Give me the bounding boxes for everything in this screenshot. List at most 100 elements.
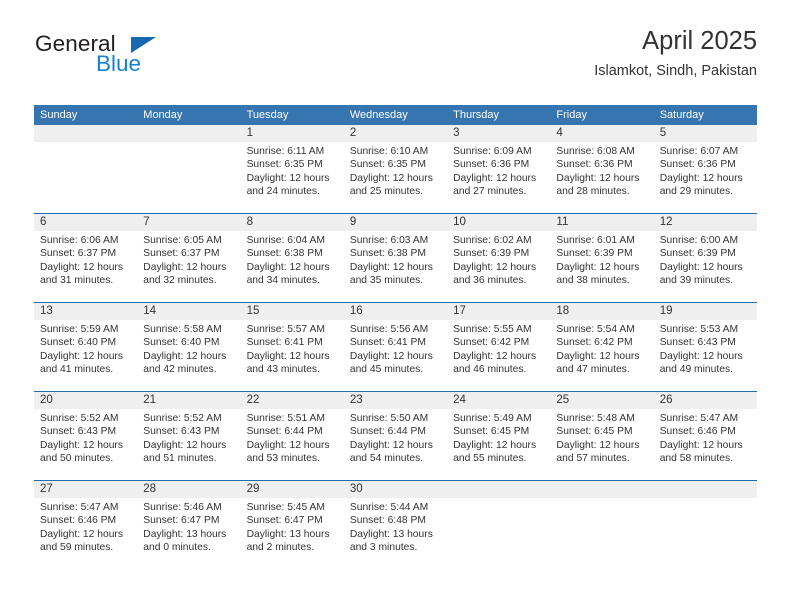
calendar-day-cell[interactable]: 15 Sunrise: 5:57 AM Sunset: 6:41 PM Dayligh… bbox=[240, 302, 344, 392]
sunrise-text: Sunrise: 6:07 AM bbox=[659, 146, 739, 157]
day-number: 19 bbox=[653, 303, 757, 320]
daylight-text: Daylight: 12 hours and 27 minutes. bbox=[453, 172, 537, 197]
daylight-text: Daylight: 12 hours and 36 minutes. bbox=[453, 261, 537, 286]
calendar-day-cell[interactable]: 29 Sunrise: 5:45 AM Sunset: 6:47 PM Dayligh… bbox=[240, 480, 344, 569]
general-blue-logo[interactable]: General Blue bbox=[34, 32, 294, 88]
calendar-day-cell-empty bbox=[447, 480, 551, 569]
daylight-text: Daylight: 12 hours and 46 minutes. bbox=[453, 350, 537, 375]
calendar-day-cell[interactable]: 3 Sunrise: 6:09 AM Sunset: 6:36 PM Daylight… bbox=[447, 125, 551, 214]
day-sun-info: Sunrise: 5:50 AM Sunset: 6:44 PM Daylight:… bbox=[344, 409, 447, 465]
calendar-day-cell[interactable]: 12 Sunrise: 6:00 AM Sunset: 6:39 PM Dayligh… bbox=[653, 213, 757, 303]
day-number: 26 bbox=[653, 392, 757, 409]
day-number: 10 bbox=[447, 214, 551, 231]
day-sun-info: Sunrise: 6:04 AM Sunset: 6:38 PM Daylight:… bbox=[241, 231, 344, 287]
calendar-day-cell[interactable]: 16 Sunrise: 5:56 AM Sunset: 6:41 PM Dayligh… bbox=[343, 302, 448, 392]
day-number bbox=[137, 125, 241, 142]
day-number: 6 bbox=[34, 214, 138, 231]
calendar-day-cell[interactable]: 6 Sunrise: 6:06 AM Sunset: 6:37 PM Daylight… bbox=[34, 213, 138, 303]
daylight-text: Daylight: 12 hours and 41 minutes. bbox=[40, 350, 123, 375]
day-number: 17 bbox=[447, 303, 551, 320]
weekday-header-wednesday: Wednesday bbox=[343, 105, 448, 125]
daylight-text: Daylight: 12 hours and 28 minutes. bbox=[556, 172, 640, 197]
sunset-text: Sunset: 6:37 PM bbox=[143, 248, 220, 260]
day-cell-content: 22 Sunrise: 5:51 AM Sunset: 6:44 PM Dayligh… bbox=[240, 392, 344, 480]
calendar-day-cell[interactable]: 5 Sunrise: 6:07 AM Sunset: 6:36 PM Daylight… bbox=[653, 125, 757, 214]
daylight-text: Daylight: 12 hours and 57 minutes. bbox=[556, 439, 640, 464]
day-sun-info: Sunrise: 6:09 AM Sunset: 6:36 PM Daylight:… bbox=[447, 142, 550, 198]
day-cell-content: 18 Sunrise: 5:54 AM Sunset: 6:42 PM Dayligh… bbox=[550, 303, 654, 391]
sunset-text: Sunset: 6:39 PM bbox=[556, 248, 633, 260]
day-sun-info: Sunrise: 6:11 AM Sunset: 6:35 PM Daylight:… bbox=[241, 142, 344, 198]
day-number: 24 bbox=[447, 392, 551, 409]
calendar-day-cell[interactable]: 10 Sunrise: 6:02 AM Sunset: 6:39 PM Dayligh… bbox=[447, 213, 551, 303]
day-cell-content: 8 Sunrise: 6:04 AM Sunset: 6:38 PM Daylight… bbox=[240, 214, 344, 302]
sunrise-text: Sunrise: 6:11 AM bbox=[246, 146, 325, 157]
calendar-day-cell[interactable]: 11 Sunrise: 6:01 AM Sunset: 6:39 PM Dayligh… bbox=[550, 213, 654, 303]
day-cell-content: 16 Sunrise: 5:56 AM Sunset: 6:41 PM Dayligh… bbox=[343, 303, 448, 391]
day-sun-info: Sunrise: 5:47 AM Sunset: 6:46 PM Daylight:… bbox=[654, 409, 757, 465]
calendar-day-cell[interactable]: 20 Sunrise: 5:52 AM Sunset: 6:43 PM Dayligh… bbox=[34, 391, 138, 481]
calendar-day-cell[interactable]: 9 Sunrise: 6:03 AM Sunset: 6:38 PM Daylight… bbox=[343, 213, 448, 303]
sunset-text: Sunset: 6:42 PM bbox=[453, 337, 530, 349]
calendar-day-cell[interactable]: 26 Sunrise: 5:47 AM Sunset: 6:46 PM Dayligh… bbox=[653, 391, 757, 481]
sunrise-text: Sunrise: 6:00 AM bbox=[659, 235, 739, 246]
daylight-text: Daylight: 12 hours and 47 minutes. bbox=[556, 350, 640, 375]
calendar-week-row: 13 Sunrise: 5:59 AM Sunset: 6:40 PM Dayligh… bbox=[34, 302, 757, 392]
calendar-day-cell[interactable]: 14 Sunrise: 5:58 AM Sunset: 6:40 PM Dayligh… bbox=[137, 302, 241, 392]
calendar-day-cell[interactable]: 1 Sunrise: 6:11 AM Sunset: 6:35 PM Daylight… bbox=[240, 125, 344, 214]
calendar-day-cell[interactable]: 13 Sunrise: 5:59 AM Sunset: 6:40 PM Dayligh… bbox=[34, 302, 138, 392]
calendar-day-cell[interactable]: 30 Sunrise: 5:44 AM Sunset: 6:48 PM Dayligh… bbox=[343, 480, 448, 569]
daylight-text: Daylight: 12 hours and 58 minutes. bbox=[659, 439, 743, 464]
calendar-day-cell[interactable]: 24 Sunrise: 5:49 AM Sunset: 6:45 PM Dayligh… bbox=[447, 391, 551, 481]
calendar-day-cell[interactable]: 17 Sunrise: 5:55 AM Sunset: 6:42 PM Dayligh… bbox=[447, 302, 551, 392]
sunrise-text: Sunrise: 5:48 AM bbox=[556, 413, 635, 424]
daylight-text: Daylight: 12 hours and 59 minutes. bbox=[40, 528, 123, 553]
day-sun-info: Sunrise: 5:44 AM Sunset: 6:48 PM Daylight:… bbox=[344, 498, 447, 554]
day-cell-content: 2 Sunrise: 6:10 AM Sunset: 6:35 PM Daylight… bbox=[343, 125, 448, 213]
day-cell-content: 29 Sunrise: 5:45 AM Sunset: 6:47 PM Dayligh… bbox=[240, 481, 344, 569]
day-number: 7 bbox=[137, 214, 241, 231]
calendar-day-cell[interactable]: 8 Sunrise: 6:04 AM Sunset: 6:38 PM Daylight… bbox=[240, 213, 344, 303]
day-number: 11 bbox=[550, 214, 654, 231]
calendar-day-cell[interactable]: 19 Sunrise: 5:53 AM Sunset: 6:43 PM Dayligh… bbox=[653, 302, 757, 392]
calendar-day-cell[interactable]: 27 Sunrise: 5:47 AM Sunset: 6:46 PM Dayligh… bbox=[34, 480, 138, 569]
calendar-day-cell[interactable]: 4 Sunrise: 6:08 AM Sunset: 6:36 PM Daylight… bbox=[550, 125, 654, 214]
calendar-week-row: 6 Sunrise: 6:06 AM Sunset: 6:37 PM Daylight… bbox=[34, 213, 757, 303]
calendar-day-cell[interactable]: 7 Sunrise: 6:05 AM Sunset: 6:37 PM Daylight… bbox=[137, 213, 241, 303]
day-cell-content bbox=[653, 481, 757, 569]
day-sun-info: Sunrise: 6:10 AM Sunset: 6:35 PM Daylight:… bbox=[344, 142, 447, 198]
day-sun-info: Sunrise: 5:45 AM Sunset: 6:47 PM Daylight:… bbox=[241, 498, 344, 554]
sunrise-text: Sunrise: 5:54 AM bbox=[556, 324, 635, 335]
calendar-day-cell[interactable]: 21 Sunrise: 5:52 AM Sunset: 6:43 PM Dayligh… bbox=[137, 391, 241, 481]
day-sun-info: Sunrise: 5:49 AM Sunset: 6:45 PM Daylight:… bbox=[447, 409, 550, 465]
day-cell-content: 12 Sunrise: 6:00 AM Sunset: 6:39 PM Dayligh… bbox=[653, 214, 757, 302]
calendar-day-cell[interactable]: 23 Sunrise: 5:50 AM Sunset: 6:44 PM Dayligh… bbox=[343, 391, 448, 481]
sunrise-text: Sunrise: 5:52 AM bbox=[143, 413, 222, 424]
day-cell-content: 1 Sunrise: 6:11 AM Sunset: 6:35 PM Daylight… bbox=[240, 125, 344, 213]
calendar-day-cell-empty bbox=[137, 125, 241, 214]
day-sun-info: Sunrise: 5:52 AM Sunset: 6:43 PM Daylight:… bbox=[137, 409, 240, 465]
calendar-body: 1 Sunrise: 6:11 AM Sunset: 6:35 PM Daylight… bbox=[34, 125, 757, 569]
calendar-day-cell[interactable]: 25 Sunrise: 5:48 AM Sunset: 6:45 PM Dayligh… bbox=[550, 391, 654, 481]
logo-text-blue: Blue bbox=[96, 51, 142, 76]
sunset-text: Sunset: 6:43 PM bbox=[40, 426, 117, 438]
day-cell-content: 10 Sunrise: 6:02 AM Sunset: 6:39 PM Dayligh… bbox=[447, 214, 551, 302]
calendar-day-cell[interactable]: 18 Sunrise: 5:54 AM Sunset: 6:42 PM Dayligh… bbox=[550, 302, 654, 392]
day-cell-content: 4 Sunrise: 6:08 AM Sunset: 6:36 PM Daylight… bbox=[550, 125, 654, 213]
sunrise-text: Sunrise: 5:55 AM bbox=[453, 324, 532, 335]
daylight-text: Daylight: 12 hours and 24 minutes. bbox=[246, 172, 330, 197]
calendar-page: General Blue April 2025 Islamkot, Sindh,… bbox=[0, 0, 792, 612]
daylight-text: Daylight: 12 hours and 43 minutes. bbox=[246, 350, 330, 375]
day-number: 9 bbox=[343, 214, 448, 231]
sunrise-text: Sunrise: 5:57 AM bbox=[246, 324, 325, 335]
day-number: 12 bbox=[653, 214, 757, 231]
sunset-text: Sunset: 6:42 PM bbox=[556, 337, 633, 349]
day-cell-content: 26 Sunrise: 5:47 AM Sunset: 6:46 PM Dayligh… bbox=[653, 392, 757, 480]
calendar-day-cell[interactable]: 22 Sunrise: 5:51 AM Sunset: 6:44 PM Dayligh… bbox=[240, 391, 344, 481]
day-cell-content: 25 Sunrise: 5:48 AM Sunset: 6:45 PM Dayligh… bbox=[550, 392, 654, 480]
calendar-day-cell[interactable]: 2 Sunrise: 6:10 AM Sunset: 6:35 PM Daylight… bbox=[343, 125, 448, 214]
calendar-day-cell[interactable]: 28 Sunrise: 5:46 AM Sunset: 6:47 PM Dayligh… bbox=[137, 480, 241, 569]
sunset-text: Sunset: 6:37 PM bbox=[40, 248, 117, 260]
day-number: 22 bbox=[240, 392, 344, 409]
day-sun-info: Sunrise: 5:52 AM Sunset: 6:43 PM Daylight:… bbox=[34, 409, 137, 465]
